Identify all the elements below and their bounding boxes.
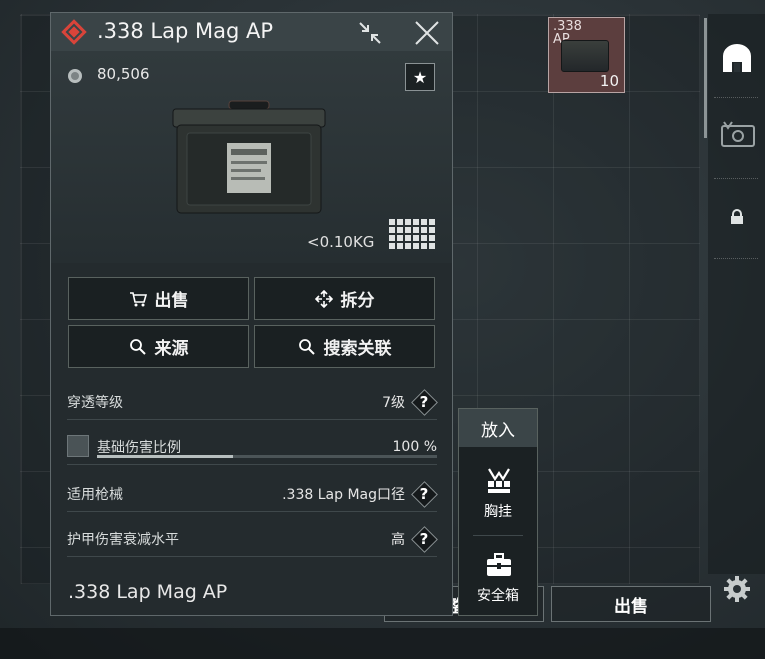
damage-icon (67, 435, 89, 457)
inventory-item-338-ap[interactable]: .338 AP 10 (548, 17, 625, 93)
question-icon: ? (419, 529, 429, 548)
divider (714, 97, 758, 98)
menu-item-label: 安全箱 (477, 588, 519, 604)
rarity-diamond-icon (61, 19, 87, 45)
stat-value: 100 % (392, 438, 437, 455)
stat-base-damage-ratio: 基础伤害比例 100 % (67, 429, 437, 465)
bottom-bar (0, 628, 765, 659)
sell-label: 出售 (154, 291, 189, 311)
menu-item-label: 胸挂 (484, 504, 512, 520)
sell-all-label: 出售 (614, 596, 648, 617)
panel-title: .338 Lap Mag AP (97, 19, 274, 43)
close-icon[interactable] (413, 19, 441, 47)
settings-gear-icon[interactable] (722, 574, 752, 604)
stat-value: .338 Lap Mag口径 (282, 486, 405, 503)
help-button[interactable]: ? (411, 389, 437, 415)
stat-compatible-weapons: 适用枪械 .338 Lap Mag口径 ? (67, 476, 437, 512)
favorite-button[interactable]: ★ (405, 63, 435, 91)
help-button[interactable]: ? (411, 481, 437, 507)
menu-divider (473, 535, 523, 536)
split-button[interactable]: 拆分 (254, 277, 435, 320)
item-count: 10 (599, 72, 619, 90)
ammo-crate-thumbnail (561, 40, 609, 72)
item-footer-name: .338 Lap Mag AP (68, 581, 228, 603)
sell-button[interactable]: 出售 (68, 277, 249, 320)
source-label: 来源 (154, 339, 189, 359)
question-icon: ? (419, 484, 429, 503)
chest-rig-icon (488, 468, 510, 493)
lock-icon (731, 209, 743, 224)
damage-progress-bar (97, 455, 437, 458)
stat-armor-damage-falloff: 护甲伤害衰减水平 高 ? (67, 521, 437, 557)
search-related-label: 搜索关联 (323, 339, 392, 359)
item-detail-panel: .338 Lap Mag AP 80,506 ★ <0.10KG 出售 拆分 来… (50, 12, 453, 616)
menu-header: 放入 (459, 409, 537, 447)
source-button[interactable]: 来源 (68, 325, 249, 368)
damage-progress-fill (97, 455, 233, 458)
divider (714, 178, 758, 179)
armor-slot-icon[interactable] (720, 120, 756, 150)
item-price: 80,506 (97, 65, 150, 83)
sell-all-button[interactable]: 出售 (551, 586, 711, 622)
scrollbar[interactable] (704, 18, 707, 138)
help-button[interactable]: ? (411, 526, 437, 552)
item-preview: 80,506 ★ <0.10KG (51, 51, 452, 263)
search-icon (129, 338, 146, 355)
stat-label: 基础伤害比例 (97, 439, 181, 456)
menu-item-chest-rig[interactable]: 胸挂 (459, 451, 537, 529)
cart-icon (129, 291, 147, 306)
put-into-menu: 放入 胸挂 安全箱 (458, 408, 538, 616)
menu-item-safe-box[interactable]: 安全箱 (459, 537, 537, 615)
split-label: 拆分 (340, 291, 375, 311)
stat-label: 穿透等级 (67, 394, 123, 411)
coin-icon (68, 69, 82, 83)
stat-penetration-level: 穿透等级 7级 ? (67, 384, 437, 420)
panel-header: .338 Lap Mag AP (51, 13, 452, 51)
side-bar (708, 14, 765, 574)
collapse-icon[interactable] (356, 19, 384, 47)
item-weight: <0.10KG (307, 233, 375, 251)
question-icon: ? (419, 392, 429, 411)
ammo-crate-image (172, 100, 326, 214)
safe-box-icon (487, 553, 511, 576)
star-icon: ★ (412, 67, 428, 87)
stat-value: 高 (391, 531, 405, 548)
item-size-grid-icon (389, 219, 435, 249)
search-related-button[interactable]: 搜索关联 (254, 325, 435, 368)
split-icon (314, 289, 333, 308)
divider (714, 258, 758, 259)
stat-value: 7级 (382, 394, 405, 411)
search-icon (298, 338, 315, 355)
stat-label: 护甲伤害衰减水平 (67, 531, 179, 548)
backpack-slot-icon[interactable] (720, 42, 754, 74)
stat-label: 适用枪械 (67, 486, 123, 503)
